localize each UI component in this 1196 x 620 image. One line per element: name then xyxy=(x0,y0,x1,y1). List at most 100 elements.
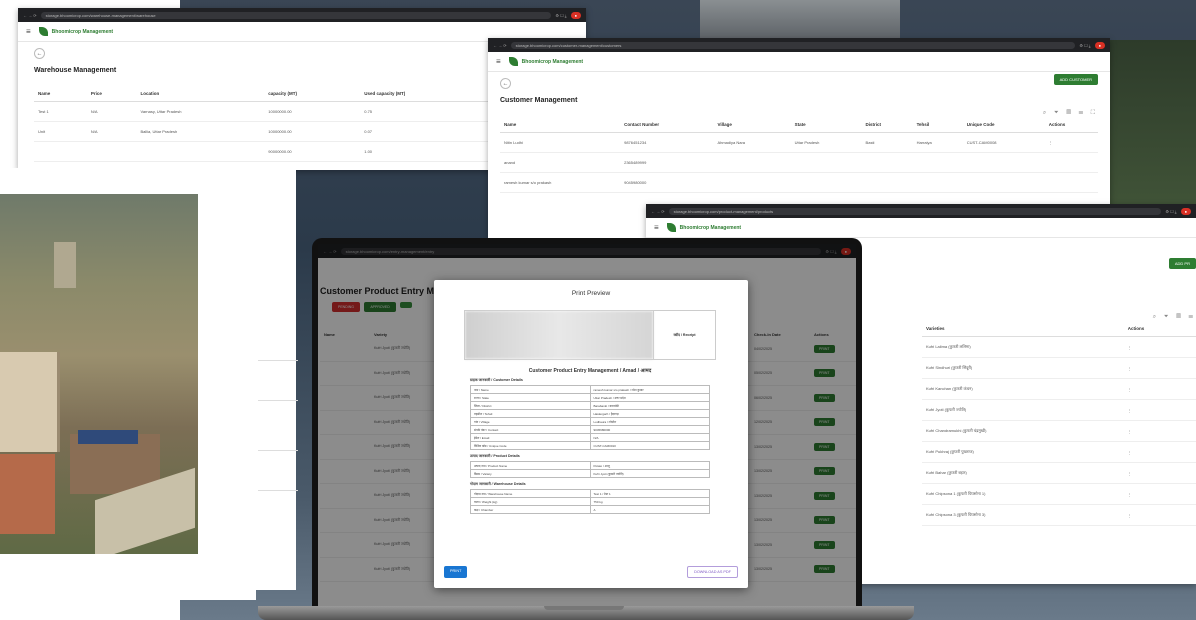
col-varieties[interactable]: Varieties xyxy=(922,321,1124,337)
add-customer-button[interactable]: ADD CUSTOMER xyxy=(1053,74,1098,85)
col-header[interactable]: Name xyxy=(500,117,621,133)
table-row[interactable]: Kufri Chandramukhi (कुफरी चंद्रमुखी) ⋮ xyxy=(922,420,1196,442)
table-row[interactable]: Kufri Chipsona 1 (कुफरी चिपसोना 1) ⋮ xyxy=(922,483,1196,505)
detail-value: Haidergarh / हैदरगढ़ xyxy=(589,409,710,418)
col-header[interactable]: District xyxy=(861,117,913,133)
detail-label: संपर्क नंबर / Contact xyxy=(470,425,591,434)
back-button[interactable]: ← xyxy=(500,78,511,89)
more-actions-icon[interactable]: ⋮ xyxy=(1123,462,1196,484)
detail-label: कक्ष / Chamber xyxy=(470,505,591,514)
blurred-logo xyxy=(465,311,653,359)
table-row[interactable]: Kufri Lalima (कुफरी ललिमा) ⋮ xyxy=(922,336,1196,358)
extensions-icon[interactable]: ⚙ ☐ ⤓ xyxy=(1079,43,1090,48)
add-product-button[interactable]: ADD PR xyxy=(1168,258,1196,269)
table-cell: 0.75 xyxy=(360,101,489,122)
download-pdf-button[interactable]: DOWNLOAD AS PDF xyxy=(687,566,738,578)
more-actions-icon[interactable]: ⋮ xyxy=(1123,336,1196,358)
more-actions-icon[interactable]: ⋮ xyxy=(1123,483,1196,505)
table-cell xyxy=(790,152,862,173)
table-row[interactable]: Kufri Pukhraj (कुफरी पुखराज) ⋮ xyxy=(922,441,1196,463)
detail-value: Lodhaura / लोधौरा xyxy=(589,417,710,426)
table-row[interactable]: Nitin Ludhi 9876451234 Ahmadiya Nara Uttar … xyxy=(500,132,1098,153)
table-cell: 10000000.00 xyxy=(264,121,361,142)
update-button[interactable]: ● xyxy=(1094,41,1105,49)
brand[interactable]: Bhoomicrop Management xyxy=(666,223,742,232)
detail-label: नाम / Name xyxy=(470,385,591,394)
table-cell: 2365489999 xyxy=(620,152,714,173)
more-actions-icon[interactable]: ⋮ xyxy=(1123,441,1196,463)
hamburger-icon[interactable]: ≡ xyxy=(496,57,501,66)
detail-label: जिला / District xyxy=(470,401,591,410)
more-actions-icon[interactable] xyxy=(1044,152,1098,173)
table-cell xyxy=(962,172,1045,193)
update-button[interactable]: ● xyxy=(1180,207,1191,215)
table-row[interactable]: Kufri Chipsona 3 (कुफरी चिपसोना 3) ⋮ xyxy=(922,504,1196,526)
browser-nav-icons[interactable]: ← → ⟳ xyxy=(493,43,507,48)
table-row[interactable]: Kufri Sindhuri (कुफरी सिंदूरी) ⋮ xyxy=(922,357,1196,379)
brand-name: Bhoomicrop Management xyxy=(521,58,584,65)
water-tower xyxy=(54,242,76,288)
table-cell: ramesh kumar s/o prakash xyxy=(500,172,621,193)
col-header[interactable]: capacity (MT) xyxy=(264,86,361,102)
detail-value: Potato / आलू xyxy=(589,461,710,470)
update-button[interactable]: ● xyxy=(570,11,581,19)
col-header[interactable]: Unique Code xyxy=(962,117,1045,133)
brand-name: Bhoomicrop Management xyxy=(51,28,114,35)
col-header[interactable]: Tehsil xyxy=(912,117,963,133)
table-cell xyxy=(861,152,913,173)
col-header[interactable]: State xyxy=(790,117,862,133)
address-bar[interactable]: storage.bhoomicrop.com/customer-manageme… xyxy=(510,41,1076,49)
address-bar[interactable]: storage.bhoomicrop.com/product-managemen… xyxy=(668,207,1162,215)
detail-label: उत्पाद नाम / Product Name xyxy=(470,461,591,470)
col-header[interactable]: Actions xyxy=(1044,117,1098,133)
table-cell: Ahmadiya Nara xyxy=(713,132,791,153)
table-cell: Ballia, Uttar Pradesh xyxy=(136,121,265,142)
table-row[interactable]: Kufri Bahar (कुफरी बहार) ⋮ xyxy=(922,462,1196,484)
print-button[interactable]: PRINT xyxy=(444,566,468,578)
variety-cell: Kufri Lalima (कुफरी ललिमा) xyxy=(922,336,1124,358)
browser-nav-icons[interactable]: ← → ⟳ xyxy=(23,13,37,18)
table-cell xyxy=(861,172,913,193)
varieties-table: Varieties Actions Kufri Lalima (कुफरी लल… xyxy=(922,321,1196,526)
app-bar: ≡ Bhoomicrop Management xyxy=(646,218,1196,238)
warehouse-details-table: गोदाम नाम / Warehouse Name Test 1 / टेस्ट… xyxy=(470,489,710,514)
brand-name: Bhoomicrop Management xyxy=(679,224,742,231)
more-actions-icon[interactable]: ⋮ xyxy=(1123,399,1196,421)
col-header[interactable]: Price xyxy=(86,86,137,102)
laptop-notch xyxy=(544,606,624,610)
more-actions-icon[interactable]: ⋮ xyxy=(1123,504,1196,526)
hamburger-icon[interactable]: ≡ xyxy=(654,223,659,232)
product-section-title: उत्पाद जानकारी / Product Details xyxy=(470,454,520,458)
table-row[interactable]: anand 2365489999 xyxy=(500,152,1098,173)
more-actions-icon[interactable]: ⋮ xyxy=(1123,357,1196,379)
table-row[interactable]: ramesh kumar s/o prakash 9045980000 xyxy=(500,172,1098,193)
extensions-icon[interactable]: ⚙ ☐ ⤓ xyxy=(1165,209,1176,214)
table-toolbar[interactable]: ⌕ ⏷ ▤ ☰ ⛶ xyxy=(500,110,1098,117)
back-button[interactable]: ← xyxy=(34,48,45,59)
more-actions-icon[interactable]: ⋮ xyxy=(1123,378,1196,400)
product-details-table: उत्पाद नाम / Product Name Potato / आलू किस… xyxy=(470,461,710,478)
table-toolbar[interactable]: ⌕ ⏷ ▤ ☰ xyxy=(922,314,1196,321)
more-actions-icon[interactable] xyxy=(1044,172,1098,193)
address-bar[interactable]: storage.bhoomicrop.com/warehouse-managem… xyxy=(40,11,552,19)
col-header[interactable]: Used capacity (MT) xyxy=(360,86,489,102)
hamburger-icon[interactable]: ≡ xyxy=(26,27,31,36)
detail-row: गोदाम नाम / Warehouse Name Test 1 / टेस्ट… xyxy=(470,489,710,498)
col-header[interactable]: Village xyxy=(713,117,791,133)
table-row[interactable]: Kufri Jyoti (कुफरी ज्योति) ⋮ xyxy=(922,399,1196,421)
browser-chrome: ← → ⟳ storage.bhoomicrop.com/warehouse-m… xyxy=(18,8,586,22)
more-actions-icon[interactable]: ⋮ xyxy=(1044,132,1098,153)
detail-row: किस्म / Variety Kufri Jyoti (कुफरी ज्योति… xyxy=(470,469,710,478)
extensions-icon[interactable]: ⚙ ☐ ⤓ xyxy=(555,13,566,18)
browser-nav-icons[interactable]: ← → ⟳ xyxy=(651,209,665,214)
col-header[interactable]: Name xyxy=(34,86,87,102)
brand[interactable]: Bhoomicrop Management xyxy=(38,27,114,36)
col-header[interactable]: Contact Number xyxy=(620,117,714,133)
more-actions-icon[interactable]: ⋮ xyxy=(1123,420,1196,442)
brand[interactable]: Bhoomicrop Management xyxy=(508,57,584,66)
table-row[interactable]: Kufri Kanchan (कुफरी कंचन) ⋮ xyxy=(922,378,1196,400)
laptop-screen: ← → ⟳ storage.bhoomicrop.com/entry-manag… xyxy=(318,244,856,610)
detail-label: गांव / Village xyxy=(470,417,591,426)
col-header[interactable]: Location xyxy=(136,86,265,102)
table-cell: 0.00 xyxy=(360,161,489,170)
